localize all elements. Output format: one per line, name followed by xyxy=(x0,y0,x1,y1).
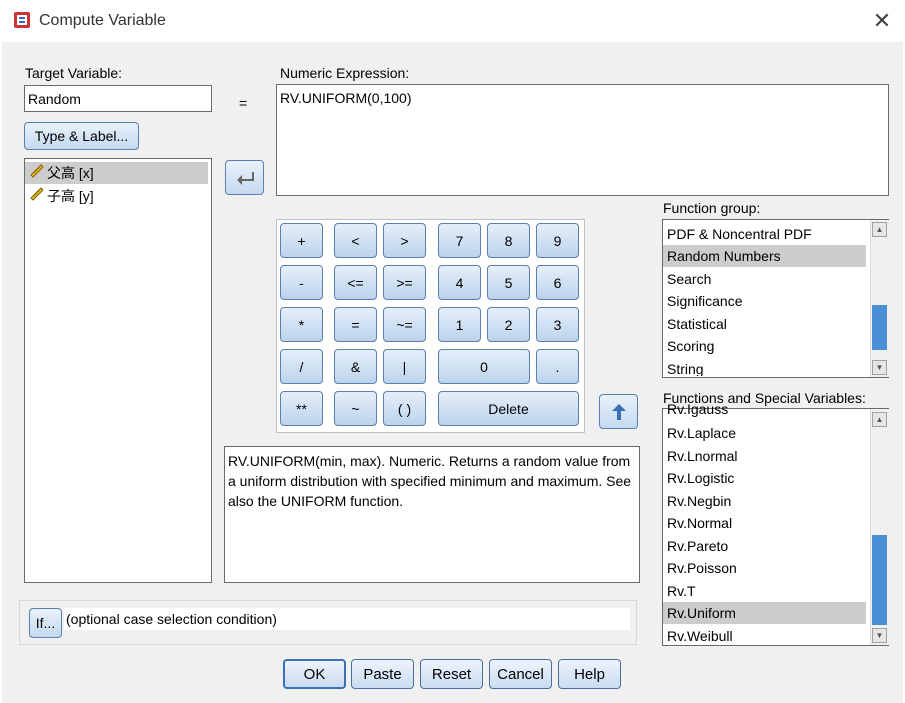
ruler-icon xyxy=(29,185,47,207)
window-title: Compute Variable xyxy=(39,12,166,29)
calc-and-button[interactable]: & xyxy=(334,349,377,384)
calc-5-button[interactable]: 5 xyxy=(487,265,530,300)
function-item[interactable]: Rv.Igauss xyxy=(663,403,866,418)
insert-function-button[interactable] xyxy=(599,394,638,429)
calc-equal-button[interactable]: = xyxy=(334,307,377,342)
function-group-list[interactable]: PDF & Noncentral PDF Random Numbers Sear… xyxy=(662,219,889,378)
function-group-item[interactable]: Random Numbers xyxy=(663,245,866,267)
variable-list[interactable]: 父高 [x] 子高 [y] xyxy=(24,158,212,583)
help-button[interactable]: Help xyxy=(558,659,621,689)
calc-plus-button[interactable]: + xyxy=(280,223,323,258)
if-button[interactable]: If... xyxy=(29,608,62,638)
calc-minus-button[interactable]: - xyxy=(280,265,323,300)
calc-6-button[interactable]: 6 xyxy=(536,265,579,300)
calc-8-button[interactable]: 8 xyxy=(487,223,530,258)
calc-not-equal-button[interactable]: ~= xyxy=(383,307,426,342)
scroll-down-icon[interactable]: ▼ xyxy=(872,360,887,375)
functions-scrollbar[interactable]: ▲ ▼ xyxy=(870,409,889,645)
function-item[interactable]: Rv.Uniform xyxy=(663,602,866,624)
ruler-icon xyxy=(29,162,47,184)
target-variable-label: Target Variable: xyxy=(25,65,123,81)
spss-app-icon xyxy=(14,12,30,28)
title-bar: Compute Variable ✕ xyxy=(0,0,905,42)
paste-button[interactable]: Paste xyxy=(351,659,414,689)
calc-less-equal-button[interactable]: <= xyxy=(334,265,377,300)
function-group-scrollbar[interactable]: ▲ ▼ xyxy=(870,220,889,377)
ok-button[interactable]: OK xyxy=(283,659,346,689)
function-item[interactable]: Rv.Pareto xyxy=(663,535,866,557)
function-description: RV.UNIFORM(min, max). Numeric. Returns a… xyxy=(224,446,640,583)
functions-list[interactable]: Rv.Igauss Rv.Laplace Rv.Lnormal Rv.Logis… xyxy=(662,403,889,646)
function-group-item[interactable]: Scoring xyxy=(663,335,866,357)
numeric-expression-input[interactable]: RV.UNIFORM(0,100) xyxy=(276,84,889,196)
reset-button[interactable]: Reset xyxy=(420,659,483,689)
close-icon[interactable]: ✕ xyxy=(868,6,896,36)
function-group-item[interactable]: String xyxy=(663,358,866,376)
function-group-label: Function group: xyxy=(663,200,761,216)
numeric-expression-label: Numeric Expression: xyxy=(280,65,410,81)
function-item[interactable]: Rv.Normal xyxy=(663,512,866,534)
function-item[interactable]: Rv.Poisson xyxy=(663,557,866,579)
calc-delete-button[interactable]: Delete xyxy=(438,391,579,426)
function-group-item[interactable]: Search xyxy=(663,268,866,290)
calc-greater-equal-button[interactable]: >= xyxy=(383,265,426,300)
calc-3-button[interactable]: 3 xyxy=(536,307,579,342)
scrollbar-thumb[interactable] xyxy=(872,305,887,350)
calc-greater-button[interactable]: > xyxy=(383,223,426,258)
calc-0-button[interactable]: 0 xyxy=(438,349,530,384)
scrollbar-thumb[interactable] xyxy=(872,535,887,625)
calc-not-button[interactable]: ~ xyxy=(334,391,377,426)
function-item[interactable]: Rv.Weibull xyxy=(663,625,866,645)
equals-sign: = xyxy=(239,95,248,111)
calc-power-button[interactable]: ** xyxy=(280,391,323,426)
function-group-item[interactable]: PDF & Noncentral PDF xyxy=(663,223,866,245)
function-group-item[interactable]: Statistical xyxy=(663,313,866,335)
scroll-down-icon[interactable]: ▼ xyxy=(872,628,887,643)
function-item[interactable]: Rv.Logistic xyxy=(663,467,866,489)
function-group-item[interactable]: Significance xyxy=(663,290,866,312)
function-item[interactable]: Rv.Lnormal xyxy=(663,445,866,467)
function-item[interactable]: Rv.Negbin xyxy=(663,490,866,512)
variable-item[interactable]: 子高 [y] xyxy=(25,185,208,207)
calc-parentheses-button[interactable]: ( ) xyxy=(383,391,426,426)
calc-7-button[interactable]: 7 xyxy=(438,223,481,258)
calc-less-button[interactable]: < xyxy=(334,223,377,258)
calc-or-button[interactable]: | xyxy=(383,349,426,384)
calc-9-button[interactable]: 9 xyxy=(536,223,579,258)
calc-divide-button[interactable]: / xyxy=(280,349,323,384)
calc-1-button[interactable]: 1 xyxy=(438,307,481,342)
type-label-button[interactable]: Type & Label... xyxy=(24,122,139,150)
variable-item[interactable]: 父高 [x] xyxy=(25,162,208,184)
function-item[interactable]: Rv.Laplace xyxy=(663,422,866,444)
calc-2-button[interactable]: 2 xyxy=(487,307,530,342)
arrow-left-icon xyxy=(236,171,254,185)
target-variable-input[interactable]: Random xyxy=(24,85,212,112)
case-condition-field: (optional case selection condition) xyxy=(64,608,630,630)
scroll-up-icon[interactable]: ▲ xyxy=(872,222,887,237)
function-item[interactable]: Rv.T xyxy=(663,580,866,602)
calc-multiply-button[interactable]: * xyxy=(280,307,323,342)
calc-decimal-button[interactable]: . xyxy=(536,349,579,384)
move-to-expression-button[interactable] xyxy=(225,160,264,195)
calc-4-button[interactable]: 4 xyxy=(438,265,481,300)
scroll-up-icon[interactable]: ▲ xyxy=(872,412,887,427)
cancel-button[interactable]: Cancel xyxy=(489,659,552,689)
arrow-up-icon xyxy=(611,403,626,420)
